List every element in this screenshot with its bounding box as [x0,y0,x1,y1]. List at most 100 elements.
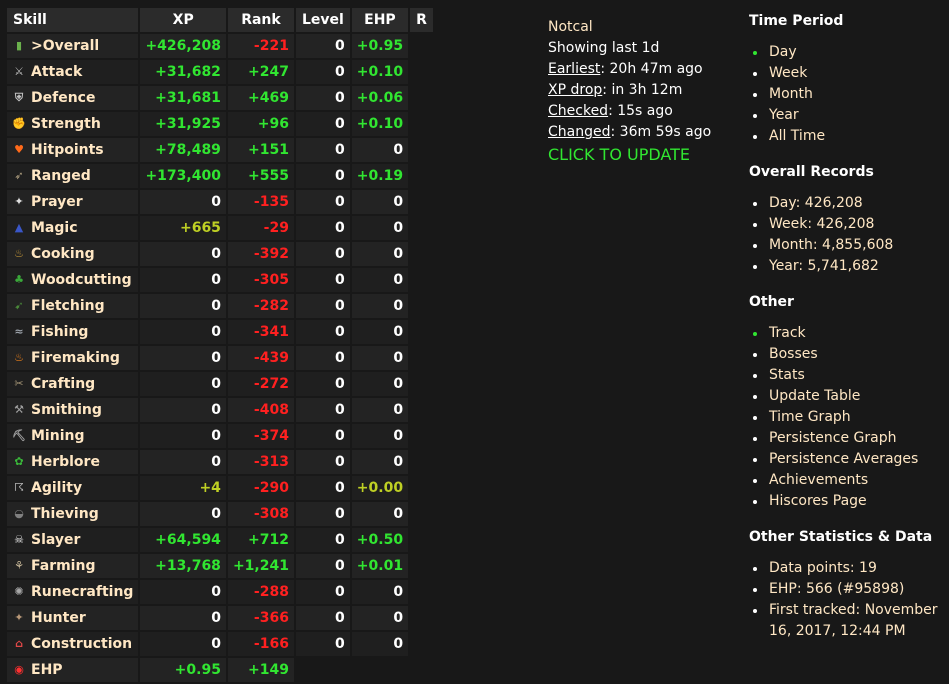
skill-cell[interactable]: ➹ Fletching [7,294,139,318]
skill-name[interactable]: Runecrafting [31,584,133,600]
record-week[interactable]: Week: 426,208 [749,214,949,235]
skill-name[interactable]: Hunter [31,610,86,626]
record-day[interactable]: Day: 426,208 [749,193,949,214]
skill-name[interactable]: Cooking [31,246,95,262]
skill-name[interactable]: Ranged [31,168,91,184]
earliest-label: Earliest [548,61,601,77]
link-update-table[interactable]: Update Table [749,386,949,407]
header-level[interactable]: Level [295,8,350,32]
r-cell [410,190,433,214]
skill-cell[interactable]: ♥ Hitpoints [7,138,139,162]
xp-cell: 0 [140,294,226,318]
skill-name[interactable]: Agility [31,480,82,496]
time-period-all-time[interactable]: All Time [749,126,949,147]
r-cell [410,242,433,266]
skill-name[interactable]: Thieving [31,506,99,522]
header-ehp[interactable]: EHP [351,8,409,32]
skill-name[interactable]: Fishing [31,324,88,340]
skill-cell[interactable]: ☠ Slayer [7,528,139,552]
record-month[interactable]: Month: 4,855,608 [749,235,949,256]
skill-name[interactable]: Crafting [31,376,95,392]
skill-name[interactable]: Attack [31,64,82,80]
skill-name[interactable]: Herblore [31,454,100,470]
header-rank[interactable]: Rank [227,8,294,32]
link-achievements[interactable]: Achievements [749,470,949,491]
skill-name[interactable]: Defence [31,90,95,106]
ehp-cell: 0 [351,450,409,474]
skill-name[interactable]: Construction [31,636,132,652]
skill-cell[interactable]: ☈ Agility [7,476,139,500]
skill-name[interactable]: Fletching [31,298,105,314]
skill-name[interactable]: EHP [31,662,63,678]
skill-cell[interactable]: ⚘ Farming [7,554,139,578]
time-period-day[interactable]: Day [749,42,949,63]
skill-cell[interactable]: ⛨ Defence [7,86,139,110]
link-stats[interactable]: Stats [749,365,949,386]
player-name[interactable]: Notcal [548,17,711,38]
skill-name[interactable]: Woodcutting [31,272,132,288]
link-persistence-averages[interactable]: Persistence Averages [749,449,949,470]
link-bosses[interactable]: Bosses [749,344,949,365]
level-cell: 0 [295,502,350,526]
agility-icon: ☈ [14,481,24,494]
skill-cell[interactable]: ⚒ Smithing [7,398,139,422]
skill-name[interactable]: Magic [31,220,78,236]
skill-cell[interactable]: ✦ Hunter [7,606,139,630]
skill-cell[interactable]: ♨ Firemaking [7,346,139,370]
time-period-year[interactable]: Year [749,105,949,126]
update-button[interactable]: CLICK TO UPDATE [548,145,711,165]
skill-cell[interactable]: ♣ Woodcutting [7,268,139,292]
skill-name[interactable]: Firemaking [31,350,120,366]
ehp-cell: +0.95 [351,34,409,58]
time-period-week[interactable]: Week [749,63,949,84]
skill-cell[interactable]: ≈ Fishing [7,320,139,344]
header-xp[interactable]: XP [140,8,226,32]
skill-cell[interactable]: ⚔ Attack [7,60,139,84]
skill-name[interactable]: Prayer [31,194,83,210]
skill-cell[interactable]: ▲ Magic [7,216,139,240]
skill-cell[interactable]: ✊ Strength [7,112,139,136]
header-skill[interactable]: Skill [7,8,139,32]
rank-cell: -290 [227,476,294,500]
skill-name[interactable]: Farming [31,558,95,574]
link-hiscores-page[interactable]: Hiscores Page [749,491,949,512]
skill-cell[interactable]: ✂ Crafting [7,372,139,396]
r-cell [410,60,433,84]
hunter-icon: ✦ [14,611,24,624]
link-persistence-graph[interactable]: Persistence Graph [749,428,949,449]
skill-name[interactable]: Mining [31,428,84,444]
skill-cell[interactable]: ◉ EHP [7,658,139,682]
skill-cell[interactable]: ✿ Herblore [7,450,139,474]
time-period-month[interactable]: Month [749,84,949,105]
ehp-cell: 0 [351,294,409,318]
skill-name[interactable]: Slayer [31,532,80,548]
record-year[interactable]: Year: 5,741,682 [749,256,949,277]
skill-name[interactable]: Hitpoints [31,142,104,158]
skill-name[interactable]: >Overall [31,38,99,54]
link-track[interactable]: Track [749,323,949,344]
skill-cell[interactable]: ♨ Cooking [7,242,139,266]
skill-cell[interactable]: ⛏ Mining [7,424,139,448]
table-row: ♥ Hitpoints +78,489 +151 0 0 [7,138,433,162]
skill-cell[interactable]: ✺ Runecrafting [7,580,139,604]
skill-cell[interactable]: ➶ Ranged [7,164,139,188]
level-cell: 0 [295,632,350,656]
r-cell [410,86,433,110]
skill-cell[interactable]: ✦ Prayer [7,190,139,214]
time-period-title: Time Period [749,13,844,29]
skill-cell[interactable]: ⌂ Construction [7,632,139,656]
skill-name[interactable]: Strength [31,116,101,132]
xp-cell: +78,489 [140,138,226,162]
ehp-cell: 0 [351,502,409,526]
xp-cell: +31,682 [140,60,226,84]
checked-label: Checked [548,103,609,119]
xp-cell: 0 [140,372,226,396]
xp-cell: +13,768 [140,554,226,578]
skill-cell[interactable]: ▮ >Overall [7,34,139,58]
header-r[interactable]: R [410,8,433,32]
link-time-graph[interactable]: Time Graph [749,407,949,428]
skill-name[interactable]: Smithing [31,402,102,418]
ehp-cell: +0.01 [351,554,409,578]
checked-row: Checked: 15s ago [548,101,711,122]
skill-cell[interactable]: ◒ Thieving [7,502,139,526]
